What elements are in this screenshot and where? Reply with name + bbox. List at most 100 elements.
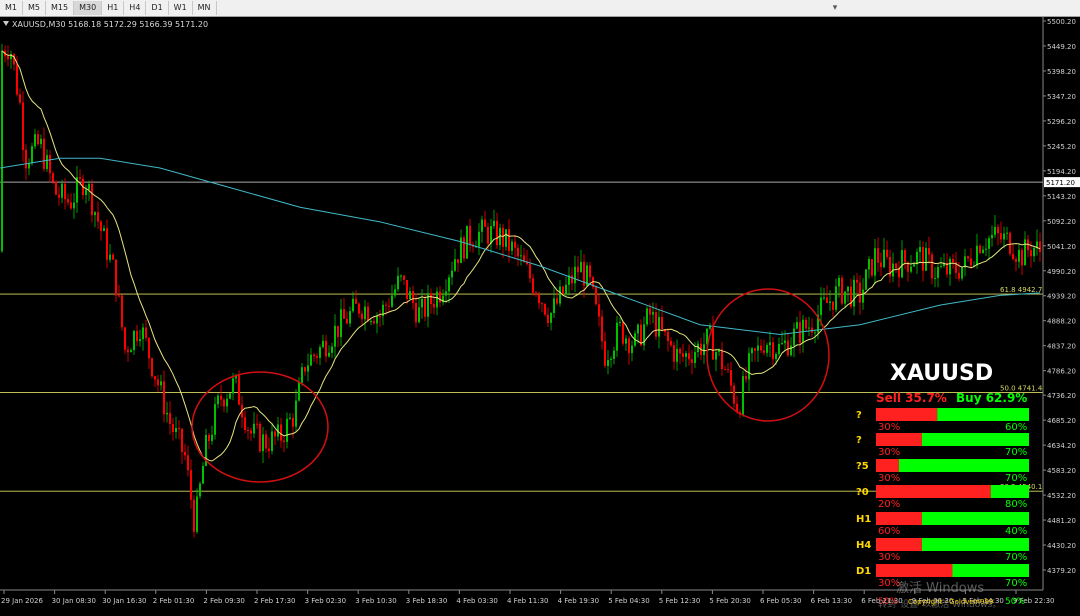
candle-body bbox=[268, 448, 270, 451]
candle-body bbox=[571, 275, 573, 284]
candle-body bbox=[529, 264, 531, 279]
candle-body bbox=[166, 412, 168, 415]
candle-body bbox=[223, 399, 225, 407]
buy-bar bbox=[921, 433, 1029, 446]
candle-body bbox=[376, 316, 378, 324]
candle-body bbox=[1006, 232, 1008, 234]
candle-body bbox=[577, 266, 579, 273]
candle-body bbox=[928, 247, 930, 255]
candle-body bbox=[676, 348, 678, 362]
candle-body bbox=[541, 303, 543, 305]
candle-body bbox=[667, 331, 669, 342]
current-price-label: 5171.20 bbox=[1046, 179, 1075, 187]
candle-body bbox=[754, 348, 756, 351]
candle-body bbox=[724, 369, 726, 371]
candle-body bbox=[895, 263, 897, 268]
price-tick-label: 4837.20 bbox=[1047, 343, 1076, 351]
candle-body bbox=[910, 266, 912, 272]
candle-body bbox=[190, 470, 192, 500]
timeframe-button-m5[interactable]: M5 bbox=[23, 1, 46, 15]
buy-bar bbox=[952, 564, 1029, 577]
candle-body bbox=[787, 340, 789, 356]
candle-body bbox=[859, 282, 861, 303]
sell-bar bbox=[876, 512, 922, 525]
candle-body bbox=[547, 314, 549, 323]
candle-body bbox=[877, 248, 879, 263]
time-tick-label: 5 Feb 04:30 bbox=[608, 597, 649, 605]
candle-body bbox=[949, 258, 951, 275]
candle-body bbox=[862, 289, 864, 303]
price-tick-label: 4532.20 bbox=[1047, 492, 1076, 500]
price-tick-label: 4481.20 bbox=[1047, 517, 1076, 525]
candle-body bbox=[67, 199, 69, 203]
candle-body bbox=[967, 256, 969, 259]
price-tick-label: 4786.20 bbox=[1047, 368, 1076, 376]
candle-body bbox=[781, 343, 783, 345]
minimize-icon[interactable]: ▾ bbox=[828, 2, 842, 14]
timeframe-row-label: D1 bbox=[856, 566, 871, 577]
candle-body bbox=[604, 341, 606, 367]
chart-window[interactable]: 61.8 4942.7350.0 4741.4438.2 4540.15 550… bbox=[0, 17, 1080, 612]
candle-body bbox=[625, 338, 627, 344]
candle-body bbox=[463, 237, 465, 259]
candle-body bbox=[313, 354, 315, 357]
timeframe-button-w1[interactable]: W1 bbox=[169, 1, 193, 15]
candle-body bbox=[487, 226, 489, 244]
candle-body bbox=[793, 328, 795, 346]
timeframe-button-m15[interactable]: M15 bbox=[46, 1, 75, 15]
candle-body bbox=[406, 279, 408, 300]
candle-body bbox=[658, 316, 660, 337]
timeframe-button-m1[interactable]: M1 bbox=[0, 1, 23, 15]
candle-body bbox=[796, 322, 798, 329]
timeframe-button-h1[interactable]: H1 bbox=[102, 1, 125, 15]
candle-body bbox=[805, 319, 807, 329]
candle-body bbox=[124, 327, 126, 350]
candle-body bbox=[745, 376, 747, 380]
candle-body bbox=[1030, 250, 1032, 257]
candle-body bbox=[280, 424, 282, 441]
candle-body bbox=[940, 266, 942, 268]
candle-body bbox=[316, 356, 318, 358]
timeframe-button-h4[interactable]: H4 bbox=[124, 1, 147, 15]
candle-body bbox=[685, 353, 687, 357]
candle-body bbox=[937, 267, 939, 278]
time-tick-label: 6 Feb 13:30 bbox=[811, 597, 852, 605]
candle-body bbox=[226, 398, 228, 407]
price-tick-label: 4939.20 bbox=[1047, 293, 1076, 301]
candle-body bbox=[835, 286, 837, 310]
candle-body bbox=[70, 202, 72, 209]
buy-percentage: 70% bbox=[1005, 578, 1027, 589]
candle-body bbox=[28, 163, 30, 169]
timeframe-row-label: ? bbox=[856, 410, 862, 421]
candle-body bbox=[691, 359, 693, 363]
candle-body bbox=[1021, 249, 1023, 266]
candle-body bbox=[409, 291, 411, 300]
timeframe-button-d1[interactable]: D1 bbox=[146, 1, 169, 15]
timeframe-button-m30[interactable]: M30 bbox=[74, 1, 103, 15]
price-tick-label: 5296.20 bbox=[1047, 118, 1076, 126]
candle-body bbox=[751, 348, 753, 354]
candle-body bbox=[265, 434, 267, 449]
candle-body bbox=[886, 249, 888, 257]
candle-body bbox=[979, 245, 981, 254]
timeframe-button-mn[interactable]: MN bbox=[193, 1, 217, 15]
candle-body bbox=[778, 343, 780, 354]
candle-body bbox=[622, 321, 624, 344]
candle-body bbox=[217, 395, 219, 405]
candle-body bbox=[790, 345, 792, 356]
price-chart[interactable]: 61.8 4942.7350.0 4741.4438.2 4540.15 550… bbox=[0, 17, 1080, 612]
candle-body bbox=[925, 247, 927, 271]
candle-body bbox=[172, 423, 174, 433]
candle-body bbox=[520, 255, 522, 257]
candle-body bbox=[901, 250, 903, 278]
candle-body bbox=[904, 250, 906, 263]
candle-body bbox=[352, 298, 354, 312]
candle-body bbox=[196, 496, 198, 532]
candle-body bbox=[595, 286, 597, 305]
candle-body bbox=[178, 427, 180, 429]
candle-body bbox=[304, 367, 306, 372]
candle-body bbox=[16, 64, 18, 95]
candle-body bbox=[61, 183, 63, 198]
candle-body bbox=[418, 307, 420, 323]
candle-body bbox=[73, 202, 75, 209]
